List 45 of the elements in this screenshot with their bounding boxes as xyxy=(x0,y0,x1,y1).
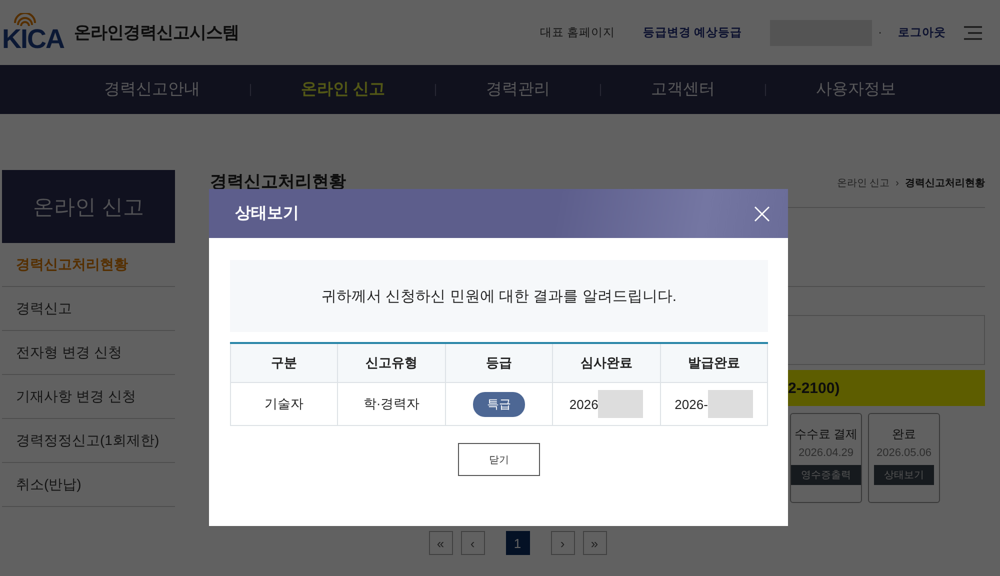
nav-tab[interactable]: 고객센터 xyxy=(600,84,766,96)
column-header: 등급 xyxy=(445,343,553,382)
column-header: 신고유형 xyxy=(338,343,446,382)
grade-badge: 특급 xyxy=(472,392,525,416)
nav-tab[interactable]: 온라인 신고 xyxy=(250,84,436,96)
sidebar-title: 온라인 신고 xyxy=(2,170,175,243)
result-message: 귀하께서 신청하신 민원에 대한 결과를 알려드립니다. xyxy=(230,260,768,332)
logo[interactable]: KICA xyxy=(2,12,64,52)
table-cell: 학·경력자 xyxy=(338,382,446,426)
step-title: 수수료 결제 xyxy=(794,426,858,443)
sidebar-item[interactable]: 경력신고 xyxy=(2,287,175,331)
dialog-title: 상태보기 xyxy=(235,204,299,224)
sidebar-item[interactable]: 취소(반납) xyxy=(2,463,175,507)
table-cell: 기술자 xyxy=(230,382,338,426)
separator-dot: · xyxy=(878,26,882,38)
column-header: 구분 xyxy=(230,343,338,382)
close-button[interactable]: 닫기 xyxy=(458,443,540,476)
redacted-block xyxy=(708,390,753,418)
header-link[interactable]: 대표 홈페이지 xyxy=(540,25,615,40)
page-title: 경력신고처리현황 xyxy=(210,171,346,193)
sidebar-item[interactable]: 기재사항 변경 신청 xyxy=(2,375,175,419)
nav-tab[interactable]: 경력신고안내 xyxy=(54,84,250,96)
site-title: 온라인경력신고시스템 xyxy=(74,22,239,44)
nav-tab[interactable]: 경력관리 xyxy=(435,84,600,96)
breadcrumb-item[interactable]: 온라인 신고 xyxy=(836,176,890,190)
last-page-button[interactable]: » xyxy=(582,531,606,555)
sidebar-item[interactable]: 경력정정신고(1회제한) xyxy=(2,419,175,463)
column-header: 심사완료 xyxy=(552,343,660,382)
step-title: 완료 xyxy=(892,426,916,443)
breadcrumb-item: 경력신고처리현황 xyxy=(905,177,985,190)
breadcrumb-separator: › xyxy=(896,178,899,188)
first-page-button[interactable]: « xyxy=(428,531,452,555)
column-header: 발급완료 xyxy=(660,343,768,382)
next-page-button[interactable]: › xyxy=(550,531,574,555)
logout-link[interactable]: 로그아웃 xyxy=(898,25,946,40)
header-link[interactable]: 등급변경 예상등급 xyxy=(642,25,742,40)
previous-page-button[interactable]: ‹ xyxy=(460,531,484,555)
menu-icon[interactable] xyxy=(964,24,982,40)
sidebar-item[interactable]: 경력신고처리현황 xyxy=(2,243,175,287)
signal-arcs-icon xyxy=(14,12,36,26)
close-icon[interactable] xyxy=(754,206,770,222)
nav-tab[interactable]: 사용자정보 xyxy=(765,84,946,96)
page-button[interactable]: 1 xyxy=(506,531,530,555)
redacted-block xyxy=(598,390,644,418)
sidebar-item[interactable]: 전자형 변경 신청 xyxy=(2,331,175,375)
